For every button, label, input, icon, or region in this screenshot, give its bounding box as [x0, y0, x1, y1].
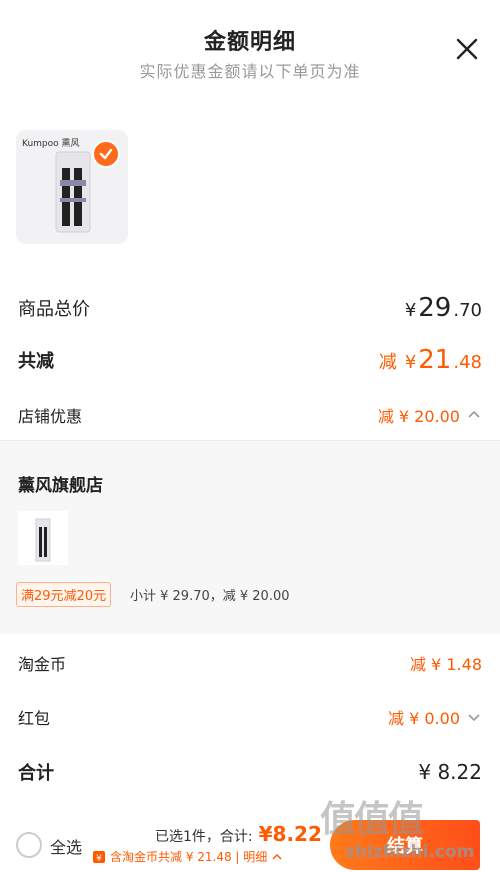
- close-icon[interactable]: [454, 36, 480, 62]
- coin-value: 减 ¥ 1.48: [410, 655, 482, 674]
- shop-name: 薰风旗舰店: [18, 476, 103, 496]
- sheet-header: 金额明细 实际优惠金额请以下单页为准: [0, 0, 500, 95]
- product-thumbnail[interactable]: Kumpoo 熏风: [16, 130, 128, 244]
- chevron-up-icon[interactable]: [466, 407, 482, 423]
- sum-row: 合计 ¥ 8.22: [0, 756, 500, 788]
- chevron-down-icon[interactable]: [466, 709, 482, 725]
- shop-breakdown: 薰风旗舰店 满29元减20元 小计 ¥ 29.70，减 ¥ 20.00: [0, 440, 500, 634]
- discount-detail-link[interactable]: ¥ 含淘金币共减 ¥ 21.48 | 明细: [92, 848, 283, 865]
- coin-row: 淘金币 减 ¥ 1.48: [0, 648, 500, 678]
- sum-label: 合计: [18, 763, 54, 784]
- shop-subtotal: 小计 ¥ 29.70，减 ¥ 20.00: [130, 589, 290, 604]
- selected-info: 已选1件，合计: ¥8.22: [155, 822, 322, 846]
- total-discount-row: 共减 减 ¥ 21.48: [0, 342, 500, 378]
- select-all-label[interactable]: 全选: [50, 834, 82, 858]
- shop-discount-value: 减 ¥ 20.00: [378, 403, 482, 427]
- goods-total-row: 商品总价 ¥ 29.70: [0, 290, 500, 326]
- selected-total: ¥8.22: [258, 822, 322, 846]
- svg-text:¥: ¥: [96, 854, 102, 864]
- redpacket-value-wrap: 减 ¥ 0.00: [388, 705, 482, 729]
- shop-discount-label: 店铺优惠: [18, 407, 83, 426]
- redpacket-value: 减 ¥ 0.00: [388, 709, 460, 728]
- chevron-up-icon: [272, 853, 282, 860]
- redpacket-label: 红包: [18, 709, 51, 728]
- product-selected-checkbox[interactable]: [92, 140, 120, 168]
- sheet-subtitle: 实际优惠金额请以下单页为准: [139, 62, 361, 81]
- coin-label: 淘金币: [18, 655, 67, 674]
- goods-total-value: ¥ 29.70: [404, 293, 482, 323]
- watermark-logo: 值值值: [320, 799, 424, 840]
- promo-tag: 满29元减20元: [16, 582, 112, 607]
- total-discount-label: 共减: [18, 351, 54, 372]
- shop-product-thumbnail: [18, 511, 68, 565]
- redpacket-row[interactable]: 红包 减 ¥ 0.00: [0, 702, 500, 732]
- selected-count: 已选1件，合计:: [155, 829, 253, 845]
- shop-discount-row[interactable]: 店铺优惠 减 ¥ 20.00: [0, 398, 500, 432]
- coin-icon: ¥: [93, 850, 105, 864]
- goods-total-label: 商品总价: [18, 299, 90, 320]
- sum-value: ¥ 8.22: [418, 760, 482, 784]
- select-all-radio[interactable]: [16, 832, 42, 858]
- watermark-url: zhizhizhi.com: [345, 842, 475, 862]
- sheet-title: 金额明细: [203, 30, 296, 55]
- total-discount-value: 减 ¥ 21.48: [378, 345, 482, 375]
